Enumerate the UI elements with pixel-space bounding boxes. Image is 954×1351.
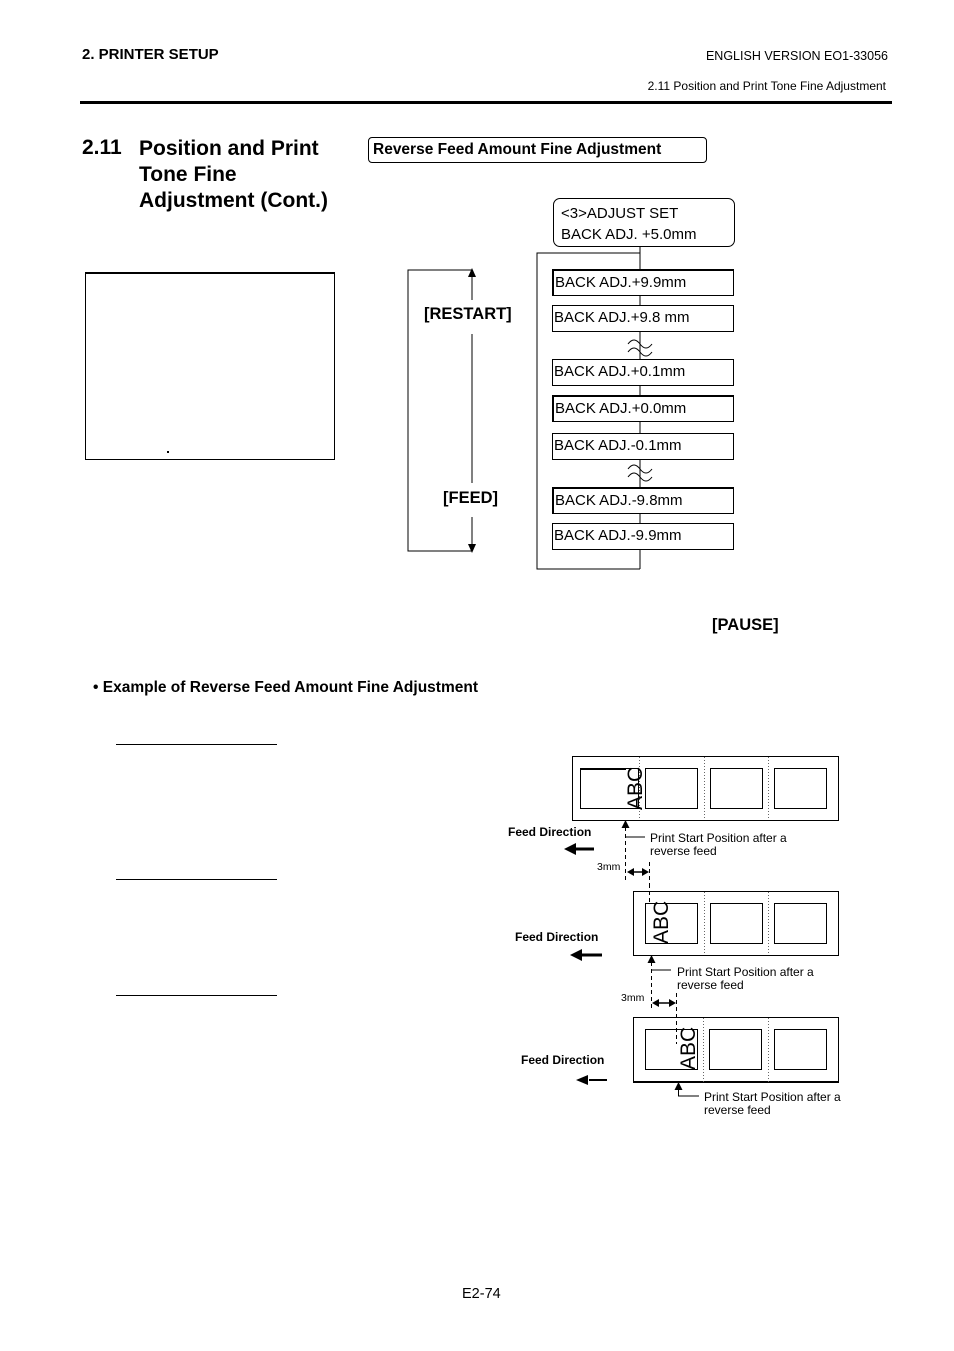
offset-label: 3mm [621,992,645,1004]
feed-direction-label: Feed Direction [521,1053,605,1067]
label-text: ABC [650,901,673,944]
offset-label: 3mm [597,861,621,873]
label-diagrams: ABC ABC ABC [564,756,839,1097]
print-start-line: reverse feed [650,844,717,858]
print-start-label: Print Start Position after a reverse fee… [704,1091,841,1117]
page-number: E2-74 [462,1286,501,1302]
label-text: ABC [624,767,647,810]
print-start-line: reverse feed [704,1103,771,1117]
feed-direction-label: Feed Direction [508,825,592,839]
label-strip-2: ABC [570,884,839,1044]
print-start-label: Print Start Position after a reverse fee… [677,966,814,992]
print-start-label: Print Start Position after a reverse fee… [650,832,787,858]
feed-direction-label: Feed Direction [515,930,599,944]
label-strip-3: ABC [576,1017,839,1097]
print-start-line: reverse feed [677,978,744,992]
label-text: ABC [677,1027,700,1070]
